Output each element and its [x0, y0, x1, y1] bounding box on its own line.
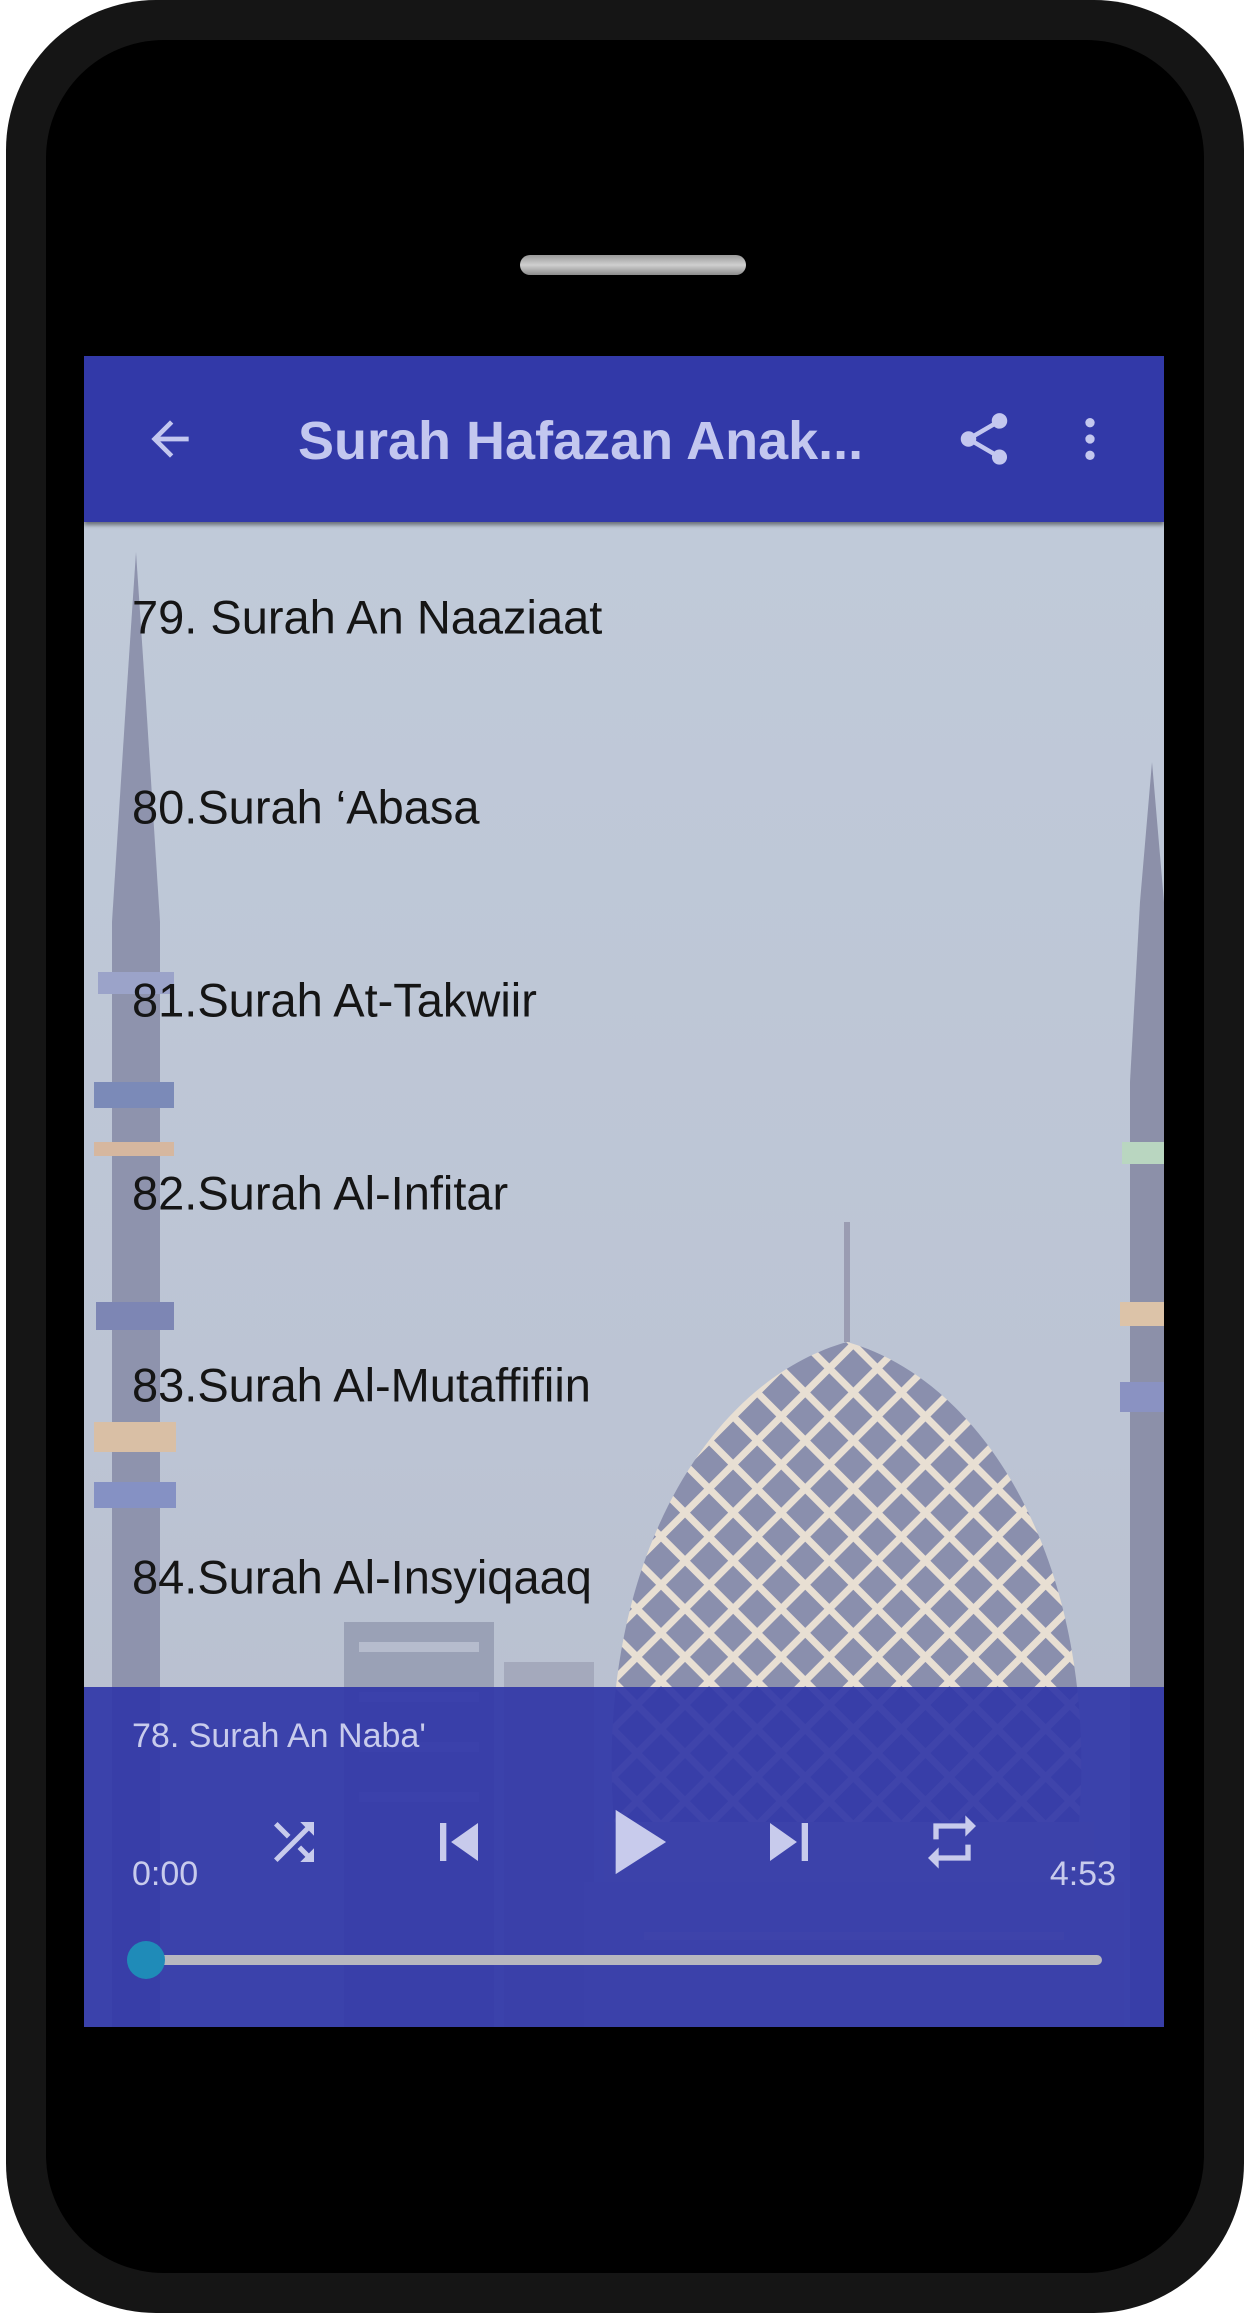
- next-button[interactable]: [734, 1787, 844, 1897]
- list-item-label: 79. Surah An Naaziaat: [132, 590, 603, 644]
- repeat-button[interactable]: [902, 1787, 1002, 1897]
- current-time: 0:00: [132, 1855, 199, 1893]
- play-button[interactable]: [564, 1787, 704, 1897]
- list-item-label: 81.Surah At-Takwiir: [132, 973, 537, 1027]
- list-item[interactable]: 82.Surah Al-Infitar: [84, 1098, 1164, 1288]
- list-item-label: 84.Surah Al-Insyiqaaq: [132, 1550, 592, 1604]
- surah-list: 79. Surah An Naaziaat 80.Surah ‘Abasa 81…: [84, 522, 1164, 1687]
- back-button[interactable]: [130, 399, 210, 479]
- share-button[interactable]: [944, 399, 1024, 479]
- list-item-label: 80.Surah ‘Abasa: [132, 780, 480, 834]
- seek-bar[interactable]: [127, 1941, 1102, 1979]
- list-item[interactable]: 79. Surah An Naaziaat: [84, 522, 1164, 712]
- shuffle-button[interactable]: [244, 1787, 344, 1897]
- previous-button[interactable]: [404, 1787, 514, 1897]
- arrow-back-icon: [151, 420, 189, 458]
- list-item-label: 83.Surah Al-Mutaffifiin: [132, 1358, 591, 1412]
- phone-speaker: [520, 255, 746, 275]
- shuffle-icon: [274, 1822, 314, 1862]
- share-icon: [960, 413, 1008, 465]
- list-item[interactable]: 81.Surah At-Takwiir: [84, 905, 1164, 1095]
- page-title: Surah Hafazan Anak...: [298, 411, 864, 471]
- list-item[interactable]: 80.Surah ‘Abasa: [84, 712, 1164, 902]
- audio-player: 78. Surah An Naba' 0:00 4:53: [84, 1687, 1164, 2027]
- list-item[interactable]: 84.Surah Al-Insyiqaaq: [84, 1482, 1164, 1672]
- now-playing-title: 78. Surah An Naba': [132, 1717, 426, 1755]
- overflow-menu-button[interactable]: [1050, 399, 1130, 479]
- app-bar: Surah Hafazan Anak...: [84, 356, 1164, 522]
- skip-next-icon: [770, 1823, 808, 1861]
- list-item[interactable]: 83.Surah Al-Mutaffifiin: [84, 1290, 1164, 1480]
- list-item-label: 82.Surah Al-Infitar: [132, 1166, 509, 1220]
- play-icon: [615, 1809, 667, 1875]
- repeat-icon: [928, 1815, 976, 1869]
- skip-previous-icon: [440, 1823, 478, 1861]
- seek-thumb[interactable]: [127, 1941, 165, 1979]
- total-time: 4:53: [1049, 1855, 1116, 1893]
- more-vert-icon: [1085, 418, 1095, 460]
- app-screen: Surah Hafazan Anak... 79. Surah An Naazi…: [84, 356, 1164, 2027]
